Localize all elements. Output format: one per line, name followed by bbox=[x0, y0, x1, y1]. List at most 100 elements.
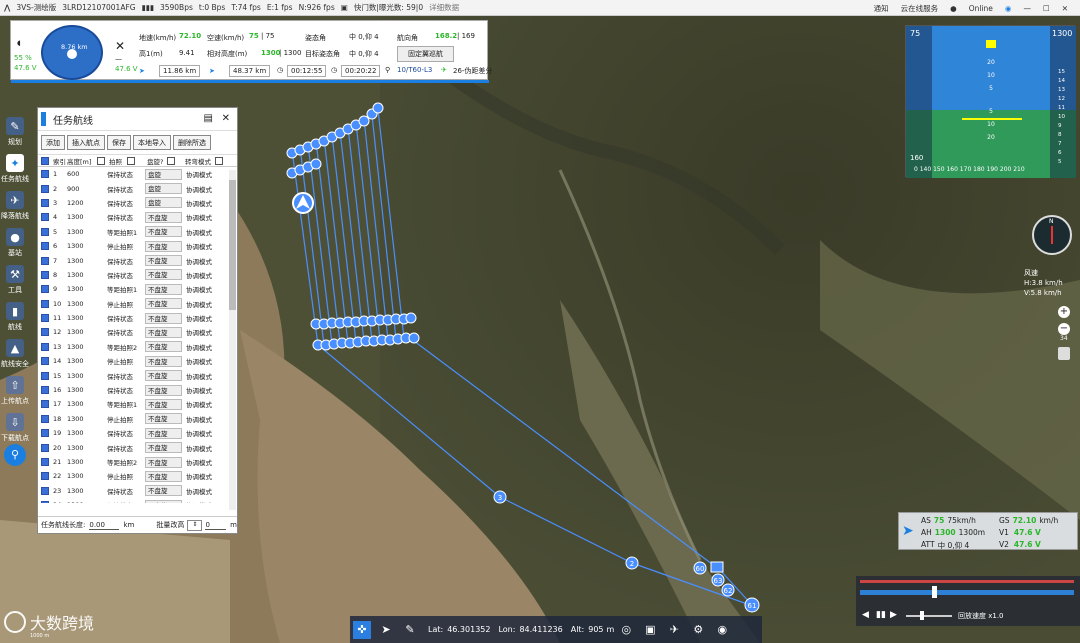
row-checkbox[interactable] bbox=[41, 170, 49, 179]
row-checkbox[interactable] bbox=[41, 270, 49, 279]
row-height[interactable]: 1300 bbox=[67, 415, 107, 423]
table-row[interactable]: 9 1300 等距拍照1 不盘旋 协调模式 bbox=[38, 282, 230, 296]
row-checkbox[interactable] bbox=[41, 429, 49, 438]
row-turn[interactable]: 协调模式 bbox=[186, 371, 212, 381]
table-row[interactable]: 17 1300 等距拍照1 不盘旋 协调模式 bbox=[38, 397, 230, 411]
maximize-button[interactable]: ☐ bbox=[1043, 4, 1050, 13]
row-checkbox[interactable] bbox=[41, 443, 49, 452]
details-link[interactable]: 详细数据 bbox=[429, 2, 459, 13]
row-circle-select[interactable]: 不盘旋 bbox=[145, 442, 182, 454]
row-turn[interactable]: 协调模式 bbox=[186, 486, 212, 496]
row-turn[interactable]: 协调模式 bbox=[186, 256, 212, 266]
row-height[interactable]: 1300 bbox=[67, 271, 107, 279]
delete-button[interactable]: 删除所选 bbox=[173, 135, 211, 150]
row-circle-select[interactable]: 盘旋 bbox=[145, 168, 182, 180]
table-row[interactable]: 5 1300 等距拍照1 不盘旋 协调模式 bbox=[38, 225, 230, 239]
insert-button[interactable]: 插入航点 bbox=[67, 135, 105, 150]
row-turn[interactable]: 协调模式 bbox=[186, 500, 212, 503]
table-row[interactable]: 6 1300 停止拍照 不盘旋 协调模式 bbox=[38, 239, 230, 253]
row-turn[interactable]: 协调模式 bbox=[186, 241, 212, 251]
row-action[interactable]: 保持状态 bbox=[107, 443, 145, 453]
batch-input[interactable]: 0 bbox=[205, 521, 227, 530]
arrow-icon[interactable]: ➤ bbox=[377, 621, 395, 639]
briefcase-icon[interactable]: ▣ bbox=[641, 621, 659, 639]
row-height[interactable]: 1300 bbox=[67, 501, 107, 503]
row-height[interactable]: 1300 bbox=[67, 213, 107, 221]
row-height[interactable]: 900 bbox=[67, 185, 107, 193]
row-turn[interactable]: 协调模式 bbox=[186, 399, 212, 409]
table-row[interactable]: 18 1300 停止拍照 不盘旋 协调模式 bbox=[38, 412, 230, 426]
table-row[interactable]: 12 1300 保持状态 不盘旋 协调模式 bbox=[38, 325, 230, 339]
table-row[interactable]: 2 900 保持状态 盘旋 协调模式 bbox=[38, 181, 230, 195]
row-turn[interactable]: 协调模式 bbox=[186, 313, 212, 323]
row-checkbox[interactable] bbox=[41, 357, 49, 366]
row-height[interactable]: 1300 bbox=[67, 314, 107, 322]
row-checkbox[interactable] bbox=[41, 472, 49, 481]
row-height[interactable]: 1300 bbox=[67, 343, 107, 351]
close-button[interactable]: ✕ bbox=[1062, 4, 1068, 13]
row-height[interactable]: 1300 bbox=[67, 300, 107, 308]
select-all-checkbox[interactable] bbox=[41, 156, 49, 165]
stepper-icon[interactable]: ⇕ bbox=[187, 519, 203, 531]
row-circle-select[interactable]: 盘旋 bbox=[145, 183, 182, 195]
row-height[interactable]: 1300 bbox=[67, 257, 107, 265]
row-action[interactable]: 保持状态 bbox=[107, 385, 145, 395]
table-row[interactable]: 15 1300 保持状态 不盘旋 协调模式 bbox=[38, 368, 230, 382]
target-icon[interactable]: ✜ bbox=[353, 620, 371, 639]
nav-download[interactable]: ⇩ 下载航点 bbox=[0, 406, 30, 443]
row-circle-select[interactable]: 不盘旋 bbox=[145, 255, 182, 267]
row-circle-select[interactable]: 不盘旋 bbox=[145, 499, 182, 503]
row-checkbox[interactable] bbox=[41, 342, 49, 351]
row-turn[interactable]: 协调模式 bbox=[186, 212, 212, 222]
nav-tools[interactable]: ⚒ 工具 bbox=[0, 258, 30, 295]
row-turn[interactable]: 协调模式 bbox=[186, 342, 212, 352]
row-turn[interactable]: 协调模式 bbox=[186, 270, 212, 280]
table-row[interactable]: 10 1300 停止拍照 不盘旋 协调模式 bbox=[38, 297, 230, 311]
row-turn[interactable]: 协调模式 bbox=[186, 198, 212, 208]
row-turn[interactable]: 协调模式 bbox=[186, 184, 212, 194]
row-action[interactable]: 保持状态 bbox=[107, 371, 145, 381]
row-action[interactable]: 保持状态 bbox=[107, 270, 145, 280]
table-row[interactable]: 11 1300 保持状态 不盘旋 协调模式 bbox=[38, 311, 230, 325]
nav-mission[interactable]: ✦ 任务航线 bbox=[0, 147, 30, 184]
row-action[interactable]: 保持状态 bbox=[107, 184, 145, 194]
table-row[interactable]: 7 1300 保持状态 不盘旋 协调模式 bbox=[38, 253, 230, 267]
nav-route[interactable]: ▮ 航线 bbox=[0, 295, 30, 332]
row-turn[interactable]: 协调模式 bbox=[186, 414, 212, 424]
plane-icon[interactable]: ✈ bbox=[665, 621, 683, 639]
row-action[interactable]: 保持状态 bbox=[107, 198, 145, 208]
turn-checkbox[interactable] bbox=[215, 156, 223, 165]
playback-track[interactable] bbox=[860, 590, 1074, 595]
row-checkbox[interactable] bbox=[41, 256, 49, 265]
row-turn[interactable]: 协调模式 bbox=[186, 227, 212, 237]
zoom-in-button[interactable]: + bbox=[1058, 306, 1070, 318]
row-circle-select[interactable]: 不盘旋 bbox=[145, 226, 182, 238]
row-height[interactable]: 1300 bbox=[67, 228, 107, 236]
row-height[interactable]: 1300 bbox=[67, 444, 107, 452]
row-action[interactable]: 等距拍照1 bbox=[107, 227, 145, 237]
table-row[interactable]: 19 1300 保持状态 不盘旋 协调模式 bbox=[38, 426, 230, 440]
import-button[interactable]: 本地导入 bbox=[133, 135, 171, 150]
layers-icon[interactable] bbox=[1058, 347, 1070, 360]
row-turn[interactable]: 协调模式 bbox=[186, 169, 212, 179]
scrollbar[interactable] bbox=[229, 170, 236, 510]
row-checkbox[interactable] bbox=[41, 328, 49, 337]
cloud-link[interactable]: 云在线服务 bbox=[901, 3, 939, 14]
row-checkbox[interactable] bbox=[41, 400, 49, 409]
row-checkbox[interactable] bbox=[41, 486, 49, 495]
camera-icon[interactable]: ◉ bbox=[713, 621, 731, 639]
row-turn[interactable]: 协调模式 bbox=[186, 471, 212, 481]
row-turn[interactable]: 协调模式 bbox=[186, 327, 212, 337]
row-turn[interactable]: 协调模式 bbox=[186, 385, 212, 395]
row-turn[interactable]: 协调模式 bbox=[186, 284, 212, 294]
row-circle-select[interactable]: 不盘旋 bbox=[145, 269, 182, 281]
row-circle-select[interactable]: 不盘旋 bbox=[145, 398, 182, 410]
row-circle-select[interactable]: 不盘旋 bbox=[145, 312, 182, 324]
row-action[interactable]: 保持状态 bbox=[107, 256, 145, 266]
height-checkbox[interactable] bbox=[97, 156, 105, 165]
photo-checkbox[interactable] bbox=[127, 156, 135, 165]
row-circle-select[interactable]: 不盘旋 bbox=[145, 413, 182, 425]
row-circle-select[interactable]: 不盘旋 bbox=[145, 240, 182, 252]
window-icon[interactable]: ▤ bbox=[204, 113, 213, 124]
table-row[interactable]: 3 1200 保持状态 盘旋 协调模式 bbox=[38, 196, 230, 210]
